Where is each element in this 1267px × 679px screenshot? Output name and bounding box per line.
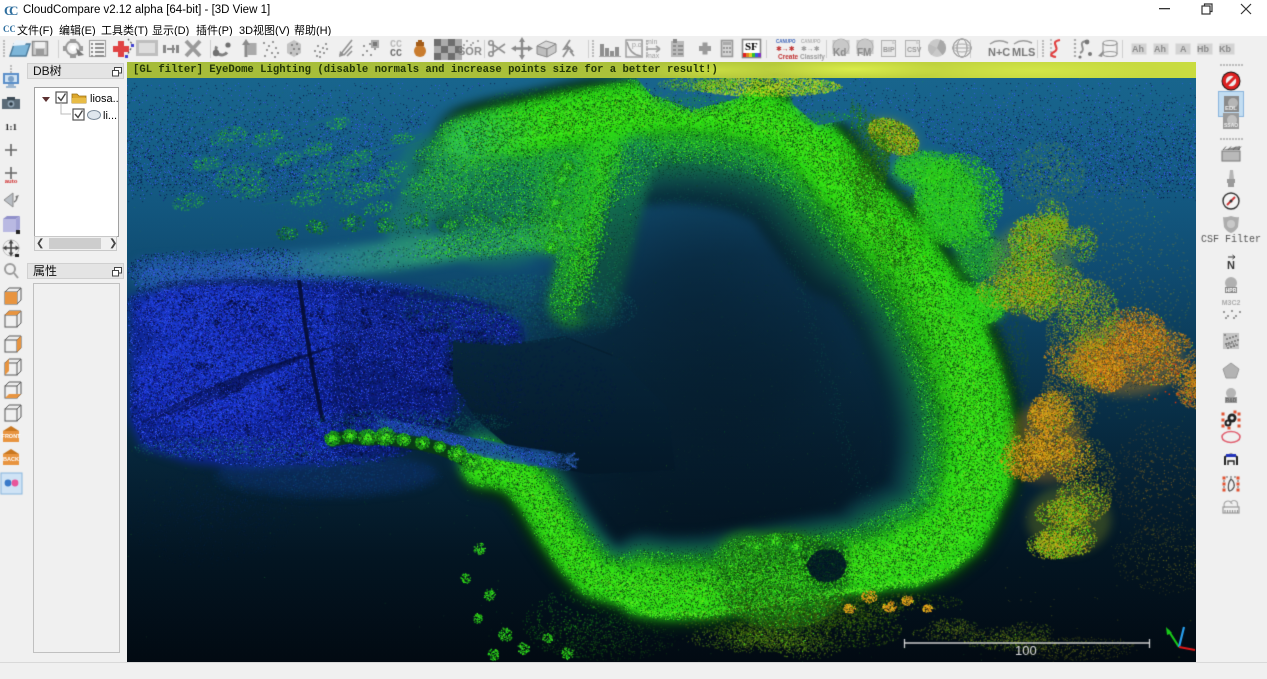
svg-text:CC: CC [3,24,15,34]
svg-text:liosa...: liosa... [90,93,118,105]
svg-text:li...: li... [103,110,117,122]
svg-text:C: C [9,4,18,17]
